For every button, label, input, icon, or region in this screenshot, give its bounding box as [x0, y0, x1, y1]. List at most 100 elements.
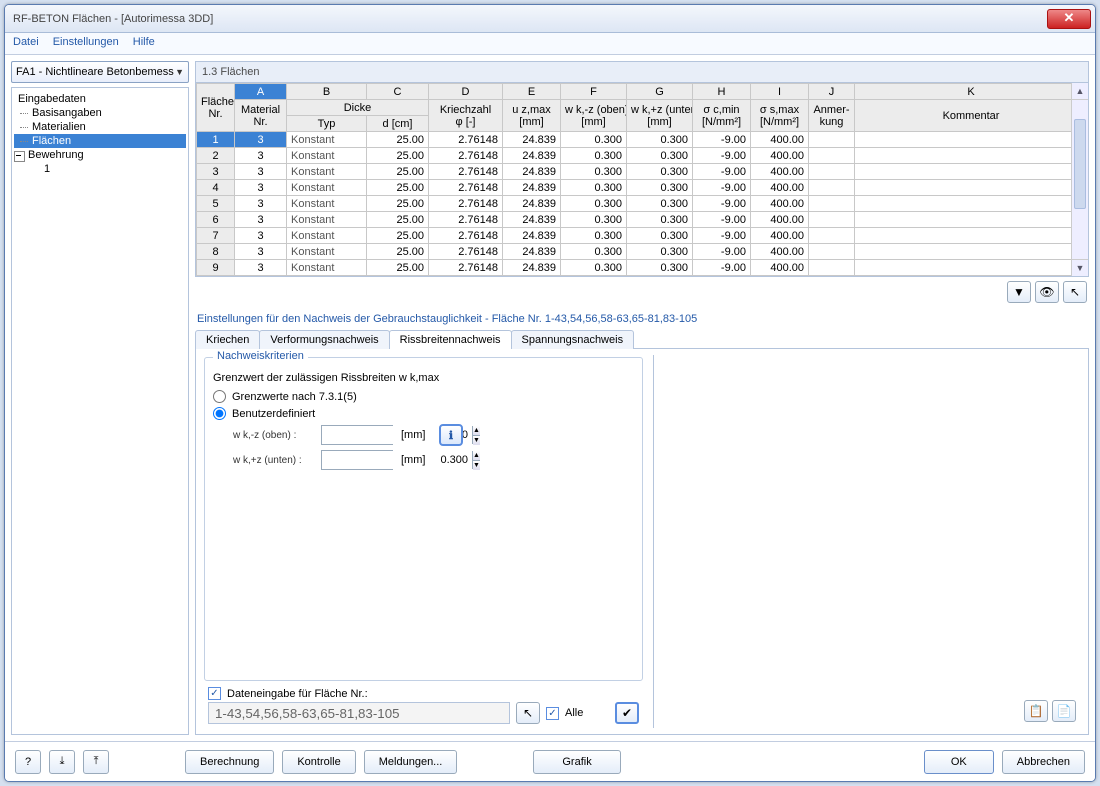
cell[interactable]: 400.00: [751, 164, 809, 180]
cell[interactable]: Konstant: [287, 244, 367, 260]
cell[interactable]: 0.300: [561, 244, 627, 260]
col-wkz-unten[interactable]: w k,+z (unten)[mm]: [627, 100, 693, 132]
wkz-unten-spinners[interactable]: ▲▼: [472, 451, 480, 469]
paste-button[interactable]: 📄: [1052, 700, 1076, 722]
scroll-thumb[interactable]: [1074, 119, 1086, 209]
cell[interactable]: Konstant: [287, 148, 367, 164]
cell[interactable]: 8: [197, 244, 235, 260]
cell[interactable]: 2.76148: [429, 228, 503, 244]
cell[interactable]: -9.00: [693, 212, 751, 228]
cell[interactable]: 400.00: [751, 228, 809, 244]
tree-basisangaben[interactable]: Basisangaben: [14, 106, 186, 120]
cell[interactable]: [855, 196, 1088, 212]
col-letter-k[interactable]: K: [855, 84, 1088, 100]
cell[interactable]: -9.00: [693, 244, 751, 260]
cancel-button[interactable]: Abbrechen: [1002, 750, 1085, 774]
cell[interactable]: 2: [197, 148, 235, 164]
filter-button[interactable]: ▼: [1007, 281, 1031, 303]
tab-verformung[interactable]: Verformungsnachweis: [259, 330, 389, 349]
cell[interactable]: 24.839: [503, 244, 561, 260]
cell[interactable]: -9.00: [693, 164, 751, 180]
cell[interactable]: 2.76148: [429, 212, 503, 228]
cell[interactable]: 3: [235, 164, 287, 180]
calc-button[interactable]: Berechnung: [185, 750, 274, 774]
cell[interactable]: Konstant: [287, 196, 367, 212]
cell[interactable]: 3: [235, 228, 287, 244]
cell[interactable]: [855, 164, 1088, 180]
cell[interactable]: [809, 132, 855, 148]
cell[interactable]: 2.76148: [429, 196, 503, 212]
cell[interactable]: 3: [197, 164, 235, 180]
cell[interactable]: 25.00: [367, 228, 429, 244]
wkz-oben-input[interactable]: ▲▼: [321, 425, 393, 445]
alle-check[interactable]: ✓: [546, 707, 559, 720]
radio-grenzwerte-input[interactable]: [213, 390, 226, 403]
table-row[interactable]: 63Konstant25.002.7614824.8390.3000.300-9…: [197, 212, 1088, 228]
tree-root[interactable]: Eingabedaten: [14, 92, 186, 106]
col-letter-j[interactable]: J: [809, 84, 855, 100]
cell[interactable]: 2.76148: [429, 260, 503, 276]
col-letter-b[interactable]: B: [287, 84, 367, 100]
cell[interactable]: -9.00: [693, 228, 751, 244]
pick-range-button[interactable]: ↖: [516, 702, 540, 724]
cell[interactable]: 0.300: [561, 132, 627, 148]
cell[interactable]: -9.00: [693, 260, 751, 276]
cell[interactable]: [855, 212, 1088, 228]
cell[interactable]: 400.00: [751, 260, 809, 276]
info-button[interactable]: ℹ: [439, 424, 463, 446]
col-d[interactable]: d [cm]: [367, 116, 429, 132]
surfaces-grid[interactable]: FlächeNr. A B C D E F G H I J K: [195, 83, 1089, 277]
cell[interactable]: 24.839: [503, 164, 561, 180]
cell[interactable]: 25.00: [367, 260, 429, 276]
radio-grenzwerte[interactable]: Grenzwerte nach 7.3.1(5): [213, 390, 634, 403]
cell[interactable]: 5: [197, 196, 235, 212]
table-row[interactable]: 83Konstant25.002.7614824.8390.3000.300-9…: [197, 244, 1088, 260]
cell[interactable]: 3: [235, 148, 287, 164]
cell[interactable]: [855, 228, 1088, 244]
view-button[interactable]: 👁: [1035, 281, 1059, 303]
cell[interactable]: 25.00: [367, 180, 429, 196]
col-letter-g[interactable]: G: [627, 84, 693, 100]
col-material[interactable]: MaterialNr.: [235, 100, 287, 132]
cell[interactable]: [855, 148, 1088, 164]
cell[interactable]: 25.00: [367, 196, 429, 212]
cell[interactable]: 0.300: [561, 148, 627, 164]
col-kommentar[interactable]: Kommentar: [855, 100, 1088, 132]
cell[interactable]: 24.839: [503, 148, 561, 164]
cell[interactable]: 400.00: [751, 244, 809, 260]
cell[interactable]: [809, 164, 855, 180]
cell[interactable]: 0.300: [627, 228, 693, 244]
cell[interactable]: 0.300: [627, 132, 693, 148]
cell[interactable]: 0.300: [627, 212, 693, 228]
export-button[interactable]: ⤒: [83, 750, 109, 774]
cell[interactable]: 0.300: [561, 260, 627, 276]
cell[interactable]: 2.76148: [429, 148, 503, 164]
cell[interactable]: 3: [235, 132, 287, 148]
cell[interactable]: 400.00: [751, 212, 809, 228]
tree-bewehrung[interactable]: Bewehrung: [14, 148, 186, 162]
col-uzmax[interactable]: u z,max[mm]: [503, 100, 561, 132]
cell[interactable]: [855, 132, 1088, 148]
cell[interactable]: 400.00: [751, 196, 809, 212]
cell[interactable]: -9.00: [693, 148, 751, 164]
grid-scrollbar[interactable]: ▲ ▼: [1071, 83, 1088, 276]
cell[interactable]: [855, 180, 1088, 196]
cell[interactable]: 3: [235, 212, 287, 228]
cell[interactable]: 1: [197, 132, 235, 148]
col-anmerkung[interactable]: Anmer-kung: [809, 100, 855, 132]
menu-settings[interactable]: Einstellungen: [53, 36, 119, 51]
tree-flaechen[interactable]: Flächen: [14, 134, 186, 148]
apply-button[interactable]: ✔: [615, 702, 639, 724]
table-row[interactable]: 43Konstant25.002.7614824.8390.3000.300-9…: [197, 180, 1088, 196]
cell[interactable]: 25.00: [367, 132, 429, 148]
scroll-up-icon[interactable]: ▲: [1072, 83, 1088, 100]
col-letter-d[interactable]: D: [429, 84, 503, 100]
ok-button[interactable]: OK: [924, 750, 994, 774]
case-combo[interactable]: FA1 - Nichtlineare Betonbemess ▼: [11, 61, 189, 83]
cell[interactable]: 3: [235, 180, 287, 196]
cell[interactable]: 2.76148: [429, 244, 503, 260]
cell[interactable]: 2.76148: [429, 132, 503, 148]
cell[interactable]: 400.00: [751, 148, 809, 164]
cell[interactable]: [809, 180, 855, 196]
wkz-unten-value[interactable]: [322, 451, 472, 469]
